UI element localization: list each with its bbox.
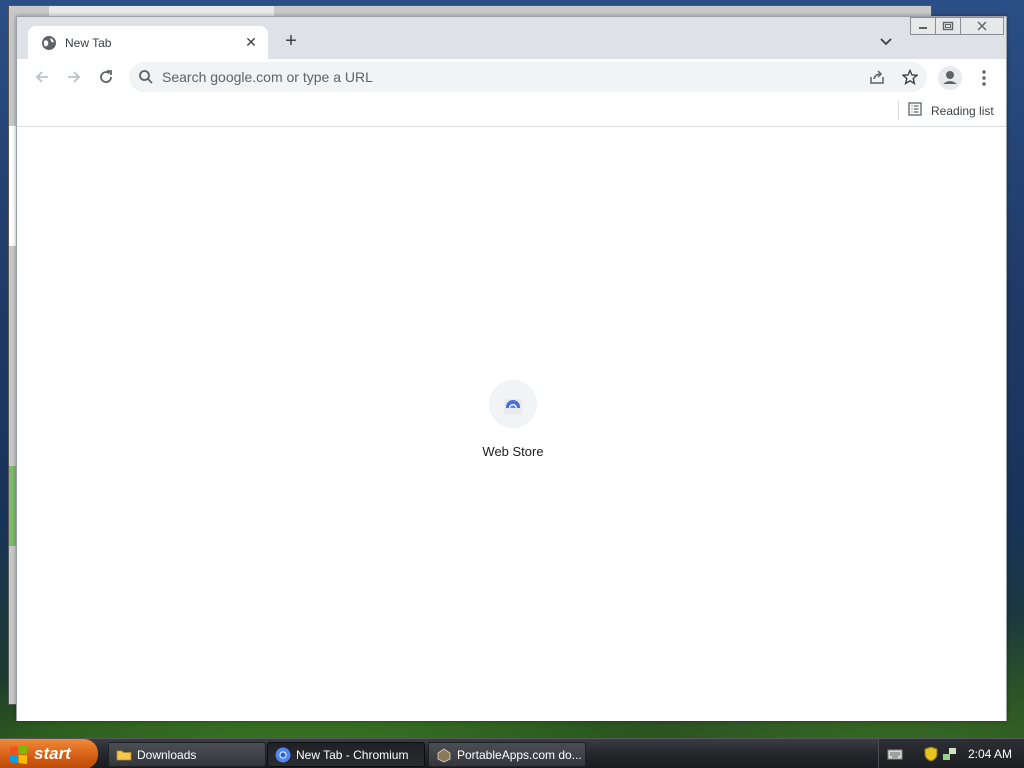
kebab-menu-icon[interactable] xyxy=(976,69,992,87)
clock: 2:04 AM xyxy=(968,747,1013,761)
keyboard-icon[interactable] xyxy=(887,747,903,761)
address-input[interactable] xyxy=(162,67,842,87)
reading-list-label: Reading list xyxy=(931,104,994,118)
tab-title: New Tab xyxy=(65,36,112,50)
taskbar-item-portableapps[interactable]: PortableApps.com do... xyxy=(428,742,586,767)
tab-close-icon[interactable]: ✕ xyxy=(243,34,259,50)
taskbar-item-chromium[interactable]: New Tab - Chromium xyxy=(267,742,425,767)
taskbar-item-label: Downloads xyxy=(137,747,197,762)
start-label: start xyxy=(34,744,71,763)
taskbar-item-downloads[interactable]: Downloads xyxy=(108,742,266,767)
profile-avatar-icon[interactable] xyxy=(938,66,962,90)
start-button[interactable]: start xyxy=(0,739,98,768)
portableapps-icon xyxy=(436,747,452,763)
bookmarks-separator xyxy=(898,100,899,120)
shortcut-web-store[interactable]: Web Store xyxy=(472,380,554,464)
network-icon[interactable] xyxy=(942,746,958,762)
forward-arrow-icon[interactable] xyxy=(65,68,83,86)
security-shield-icon[interactable] xyxy=(924,746,938,762)
folder-icon xyxy=(116,747,132,763)
bookmark-star-icon[interactable] xyxy=(901,68,919,85)
tab-search-chevron-down-icon[interactable] xyxy=(878,33,894,49)
search-icon xyxy=(138,69,154,85)
window-close-button[interactable] xyxy=(960,17,1004,35)
taskbar: start Downloads New Tab - Chromium Porta… xyxy=(0,738,1024,768)
chromium-window: New Tab ✕ + Search google.com or type a … xyxy=(16,16,1007,721)
reading-list-button[interactable]: Reading list xyxy=(907,101,994,121)
web-store-icon xyxy=(489,380,537,428)
window-minimize-button[interactable] xyxy=(910,17,936,35)
tab-strip: New Tab ✕ + xyxy=(17,17,1006,59)
new-tab-page: Web Store xyxy=(17,128,1006,721)
share-icon[interactable] xyxy=(869,69,885,85)
omnibox[interactable] xyxy=(129,62,927,92)
reload-icon[interactable] xyxy=(97,68,115,86)
window-restore-button[interactable] xyxy=(935,17,961,35)
tab-new-tab[interactable]: New Tab ✕ xyxy=(28,26,268,59)
bookmarks-bar: Reading list xyxy=(17,95,1006,127)
taskbar-item-label: New Tab - Chromium xyxy=(296,747,409,762)
chromium-icon xyxy=(275,747,291,763)
reading-list-icon xyxy=(907,101,923,122)
taskbar-item-label: PortableApps.com do... xyxy=(457,747,582,762)
globe-icon xyxy=(41,35,57,51)
toolbar xyxy=(17,59,1006,95)
shortcut-label: Web Store xyxy=(482,444,544,459)
windows-logo-icon xyxy=(9,745,28,764)
back-arrow-icon[interactable] xyxy=(33,68,51,86)
new-tab-plus-icon[interactable]: + xyxy=(281,31,301,51)
system-tray: 2:04 AM xyxy=(878,739,1024,768)
